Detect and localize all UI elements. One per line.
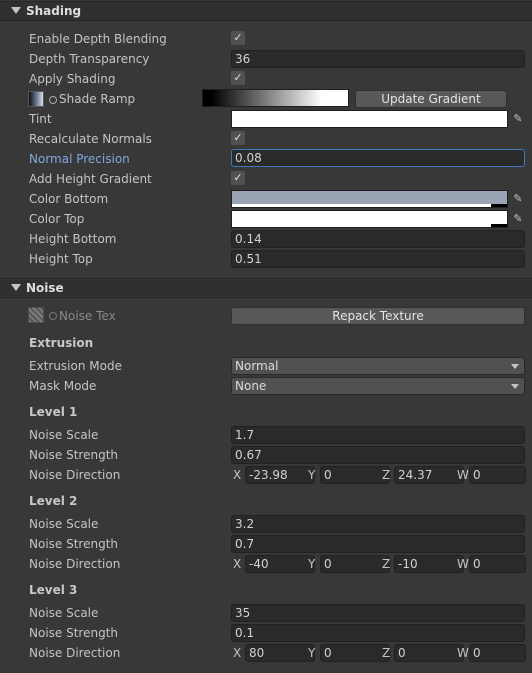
- height-top-label: Height Top: [29, 252, 93, 266]
- eyedropper-icon[interactable]: ✎: [510, 110, 526, 128]
- noise-scale-label: Noise Scale: [29, 517, 99, 531]
- z-axis-label[interactable]: Z: [382, 466, 390, 484]
- w-axis-label[interactable]: W: [457, 644, 469, 662]
- noise-tex-label: Noise Tex: [59, 309, 116, 323]
- recalculate-normals-label: Recalculate Normals: [29, 132, 152, 146]
- x-axis-label[interactable]: X: [233, 555, 241, 573]
- noise-header-title: Noise: [26, 281, 64, 295]
- extrusion-mode-dropdown[interactable]: Normal: [231, 357, 525, 375]
- level-2-noise-scale-field[interactable]: 3.2: [231, 515, 525, 533]
- shading-section-header[interactable]: Shading: [0, 1, 532, 21]
- level-3-noise-strength-field[interactable]: 0.1: [231, 624, 525, 642]
- level-3-direction-y-field[interactable]: 0: [320, 644, 390, 662]
- tint-color-swatch[interactable]: [231, 110, 508, 128]
- z-axis-label[interactable]: Z: [382, 644, 390, 662]
- noise-direction-label: Noise Direction: [29, 468, 121, 482]
- shade-ramp-gradient-preview[interactable]: [202, 89, 349, 107]
- tint-label: Tint: [29, 112, 52, 126]
- level-3-noise-scale-field[interactable]: 35: [231, 604, 525, 622]
- shade-ramp-label: Shade Ramp: [59, 92, 136, 106]
- level-2-heading: Level 2: [29, 494, 78, 508]
- repack-texture-button[interactable]: Repack Texture: [231, 307, 525, 325]
- w-axis-label[interactable]: W: [457, 555, 469, 573]
- level-2-direction-x-field[interactable]: -40: [245, 555, 315, 573]
- height-bottom-field[interactable]: 0.14: [231, 230, 525, 248]
- level-2-direction-z-field[interactable]: -10: [394, 555, 464, 573]
- chevron-down-icon: [511, 384, 519, 389]
- height-top-field[interactable]: 0.51: [231, 250, 525, 268]
- level-2-direction-w-field[interactable]: 0: [469, 555, 526, 573]
- level-1-direction-y-field[interactable]: 0: [320, 466, 390, 484]
- apply-shading-checkbox[interactable]: ✓: [231, 71, 245, 85]
- level-1-noise-strength-field[interactable]: 0.67: [231, 446, 525, 464]
- add-height-gradient-label: Add Height Gradient: [29, 172, 152, 186]
- level-3-direction-w-field[interactable]: 0: [469, 644, 526, 662]
- color-bottom-swatch[interactable]: [231, 190, 508, 208]
- normal-precision-field[interactable]: 0.08: [231, 149, 525, 167]
- level-1-direction-w-field[interactable]: 0: [469, 466, 526, 484]
- level-1-heading: Level 1: [29, 405, 78, 419]
- color-bottom-label: Color Bottom: [29, 192, 109, 206]
- add-height-gradient-checkbox[interactable]: ✓: [231, 171, 245, 185]
- apply-shading-label: Apply Shading: [29, 72, 116, 86]
- normal-precision-label: Normal Precision: [29, 152, 130, 166]
- level-1-noise-scale-field[interactable]: 1.7: [231, 426, 525, 444]
- foldout-arrow-icon[interactable]: [11, 7, 21, 14]
- color-top-swatch[interactable]: [231, 210, 508, 228]
- mask-mode-label: Mask Mode: [29, 379, 97, 393]
- noise-texture-thumbnail[interactable]: [28, 307, 44, 323]
- y-axis-label[interactable]: Y: [308, 555, 315, 573]
- extrusion-mode-label: Extrusion Mode: [29, 359, 122, 373]
- noise-strength-label: Noise Strength: [29, 626, 119, 640]
- extrusion-mode-value: Normal: [235, 359, 279, 373]
- noise-section-header[interactable]: Noise: [0, 278, 532, 298]
- mask-mode-dropdown[interactable]: None: [231, 377, 525, 395]
- noise-scale-label: Noise Scale: [29, 428, 99, 442]
- z-axis-label[interactable]: Z: [382, 555, 390, 573]
- y-axis-label[interactable]: Y: [308, 644, 315, 662]
- enable-depth-blending-checkbox[interactable]: ✓: [231, 31, 245, 45]
- noise-direction-label: Noise Direction: [29, 557, 121, 571]
- mask-mode-value: None: [235, 379, 267, 393]
- w-axis-label[interactable]: W: [457, 466, 469, 484]
- level-2-direction-y-field[interactable]: 0: [320, 555, 390, 573]
- noise-strength-label: Noise Strength: [29, 448, 119, 462]
- x-axis-label[interactable]: X: [233, 466, 241, 484]
- depth-transparency-field[interactable]: 36: [231, 50, 525, 68]
- noise-scale-label: Noise Scale: [29, 606, 99, 620]
- object-picker-icon[interactable]: [49, 96, 57, 104]
- color-top-label: Color Top: [29, 212, 85, 226]
- y-axis-label[interactable]: Y: [308, 466, 315, 484]
- shading-header-title: Shading: [26, 4, 82, 18]
- x-axis-label[interactable]: X: [233, 644, 241, 662]
- eyedropper-icon[interactable]: ✎: [510, 210, 526, 228]
- enable-depth-blending-label: Enable Depth Blending: [29, 32, 167, 46]
- level-3-direction-x-field[interactable]: 80: [245, 644, 315, 662]
- noise-direction-label: Noise Direction: [29, 646, 121, 660]
- depth-transparency-label: Depth Transparency: [29, 52, 150, 66]
- alpha-bar: [232, 204, 507, 207]
- level-1-direction-x-field[interactable]: -23.98: [245, 466, 315, 484]
- shade-ramp-thumbnail[interactable]: [28, 91, 44, 107]
- extrusion-heading: Extrusion: [29, 336, 94, 350]
- level-1-direction-z-field[interactable]: 24.37: [394, 466, 464, 484]
- chevron-down-icon: [511, 364, 519, 369]
- object-picker-icon[interactable]: [49, 312, 57, 320]
- height-bottom-label: Height Bottom: [29, 232, 117, 246]
- level-3-direction-z-field[interactable]: 0: [394, 644, 464, 662]
- foldout-arrow-icon[interactable]: [11, 284, 21, 291]
- alpha-bar: [232, 224, 507, 227]
- noise-strength-label: Noise Strength: [29, 537, 119, 551]
- level-2-noise-strength-field[interactable]: 0.7: [231, 535, 525, 553]
- eyedropper-icon[interactable]: ✎: [510, 190, 526, 208]
- level-3-heading: Level 3: [29, 583, 78, 597]
- update-gradient-button[interactable]: Update Gradient: [355, 90, 507, 108]
- recalculate-normals-checkbox[interactable]: ✓: [231, 131, 245, 145]
